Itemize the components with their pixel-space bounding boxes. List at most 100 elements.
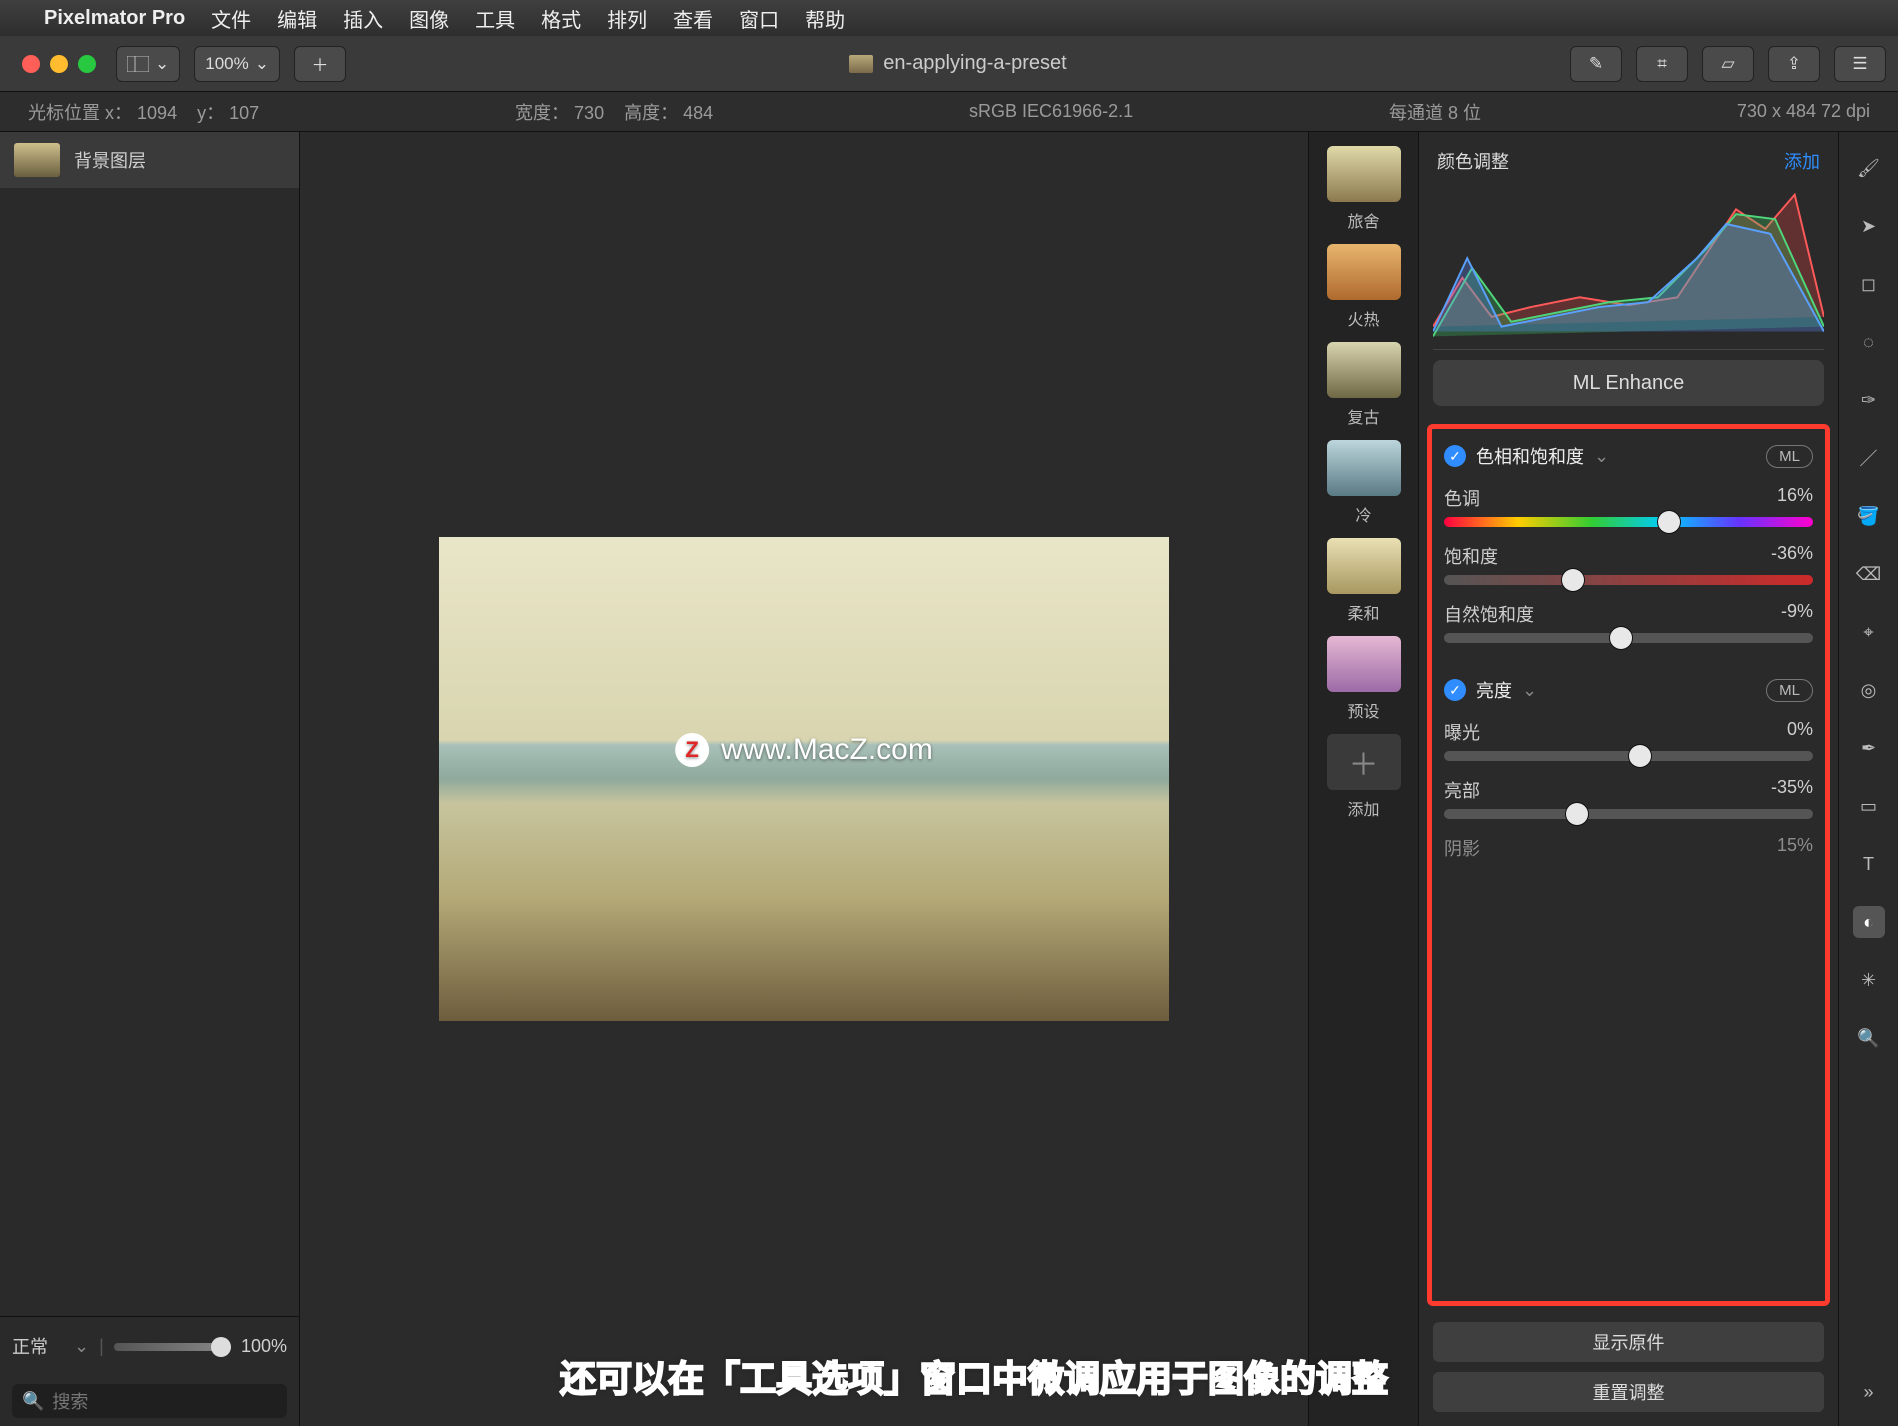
highlights-slider[interactable] xyxy=(1444,809,1813,819)
clone-icon[interactable]: ⌖ xyxy=(1853,616,1885,648)
slider-knob-icon[interactable] xyxy=(1610,627,1632,649)
effects-icon[interactable]: ✳ xyxy=(1853,964,1885,996)
crop-tool-button[interactable]: ⌗ xyxy=(1636,46,1688,82)
slider-knob-icon[interactable] xyxy=(1629,745,1651,767)
slider-knob-icon[interactable] xyxy=(1658,511,1680,533)
slider-knob-icon[interactable] xyxy=(1566,803,1588,825)
ml-enhance-button[interactable]: ML Enhance xyxy=(1433,360,1824,406)
show-original-button[interactable]: 显示原件 xyxy=(1433,1322,1824,1362)
menu-edit[interactable]: 编辑 xyxy=(277,4,317,33)
bit-depth: 每通道 8 位 xyxy=(1361,99,1509,125)
adjust-add-button[interactable]: 添加 xyxy=(1784,148,1820,174)
preset-thumb-icon xyxy=(1327,636,1401,692)
shape-icon[interactable]: ▭ xyxy=(1853,790,1885,822)
eyedropper-icon[interactable]: ✑ xyxy=(1853,384,1885,416)
preset-add[interactable]: ＋添加 xyxy=(1327,734,1401,820)
menu-insert[interactable]: 插入 xyxy=(343,4,383,33)
group-header-hue[interactable]: ✓ 色相和饱和度 ⌄ ML xyxy=(1444,443,1813,469)
repair-icon[interactable]: ◎ xyxy=(1853,674,1885,706)
marquee-icon[interactable]: ◻ xyxy=(1853,268,1885,300)
menu-view[interactable]: 查看 xyxy=(673,4,713,33)
settings-button[interactable]: ☰ xyxy=(1834,46,1886,82)
layer-item[interactable]: 背景图层 xyxy=(0,132,299,188)
menu-arrange[interactable]: 排列 xyxy=(607,4,647,33)
ml-chip[interactable]: ML xyxy=(1766,679,1813,702)
cursor-label: 光标位置 x： xyxy=(28,103,132,123)
lasso-icon[interactable]: ◌ xyxy=(1853,326,1885,358)
slider-knob-icon[interactable] xyxy=(1562,569,1584,591)
highlights-value: -35% xyxy=(1771,777,1813,803)
hue-value: 16% xyxy=(1777,485,1813,511)
preset-item[interactable]: 柔和 xyxy=(1327,538,1401,624)
preset-item[interactable]: 复古 xyxy=(1327,342,1401,428)
close-window-button[interactable] xyxy=(22,55,40,73)
zoom-icon[interactable]: 🔍 xyxy=(1853,1022,1885,1054)
eraser-icon[interactable]: ⌫ xyxy=(1853,558,1885,590)
hue-slider[interactable] xyxy=(1444,517,1813,527)
image-content xyxy=(439,537,1169,1021)
reset-adjust-button[interactable]: 重置调整 xyxy=(1433,1372,1824,1412)
preset-label: 旅舍 xyxy=(1347,208,1379,232)
slider-knob-icon[interactable] xyxy=(211,1337,231,1357)
checkmark-icon[interactable]: ✓ xyxy=(1444,679,1466,701)
preset-thumb-icon xyxy=(1327,146,1401,202)
menu-format[interactable]: 格式 xyxy=(541,4,581,33)
right-panels: 旅舍 火热 复古 冷 柔和 预设 ＋添加 颜色调整 添加 ML Enhance xyxy=(1308,132,1898,1426)
minimize-window-button[interactable] xyxy=(50,55,68,73)
preset-item[interactable]: 旅舍 xyxy=(1327,146,1401,232)
exposure-slider[interactable] xyxy=(1444,751,1813,761)
watermark-badge-icon: Z xyxy=(675,733,709,767)
preset-item[interactable]: 冷 xyxy=(1327,440,1401,526)
share-button[interactable]: ⇪ xyxy=(1768,46,1820,82)
brush-tool-button[interactable]: ✎ xyxy=(1570,46,1622,82)
tool-strip: 🖌 ➤ ◻ ◌ ✑ ／ 🪣 ⌫ ⌖ ◎ ✒ ▭ T ◐ ✳ 🔍 » xyxy=(1838,132,1898,1426)
sidebar-toggle-button[interactable]: ⌄ xyxy=(116,46,180,82)
plus-icon: ＋ xyxy=(311,51,328,76)
menu-file[interactable]: 文件 xyxy=(211,4,251,33)
saturation-value: -36% xyxy=(1771,543,1813,569)
paintbrush-icon[interactable]: 🖌 xyxy=(1853,152,1885,184)
preset-label: 火热 xyxy=(1347,306,1379,330)
status-infobar: 光标位置 x： 1094 y： 107 宽度： 730 高度： 484 sRGB… xyxy=(0,92,1898,132)
add-button[interactable]: ＋ xyxy=(294,46,346,82)
fill-icon[interactable]: 🪣 xyxy=(1853,500,1885,532)
document-thumb-icon xyxy=(849,55,873,73)
blend-mode-select[interactable]: 正常 xyxy=(12,1337,64,1357)
fullscreen-window-button[interactable] xyxy=(78,55,96,73)
color-adjust-icon[interactable]: ◐ xyxy=(1853,906,1885,938)
exposure-value: 0% xyxy=(1787,719,1813,745)
menu-window[interactable]: 窗口 xyxy=(739,4,779,33)
checkmark-icon[interactable]: ✓ xyxy=(1444,445,1466,467)
more-icon[interactable]: » xyxy=(1853,1376,1885,1408)
menu-tools[interactable]: 工具 xyxy=(475,4,515,33)
group-header-brightness[interactable]: ✓ 亮度 ⌄ ML xyxy=(1444,677,1813,703)
search-input[interactable]: 🔍 搜索 xyxy=(12,1384,287,1418)
watermark-text: www.MacZ.com xyxy=(721,733,933,767)
opacity-slider[interactable] xyxy=(114,1343,231,1351)
zoom-dropdown[interactable]: 100% ⌄ xyxy=(194,46,280,82)
menu-image[interactable]: 图像 xyxy=(409,4,449,33)
vibrance-slider[interactable] xyxy=(1444,633,1813,643)
saturation-label: 饱和度 xyxy=(1444,543,1498,569)
preset-item[interactable]: 预设 xyxy=(1327,636,1401,722)
search-placeholder: 搜索 xyxy=(52,1388,88,1414)
brush-icon[interactable]: ／ xyxy=(1853,442,1885,474)
saturation-slider[interactable] xyxy=(1444,575,1813,585)
page-button[interactable]: ▱ xyxy=(1702,46,1754,82)
canvas-image[interactable]: Z www.MacZ.com xyxy=(439,537,1169,1021)
ml-chip[interactable]: ML xyxy=(1766,445,1813,468)
pen-icon[interactable]: ✒ xyxy=(1853,732,1885,764)
tutorial-caption: 还可以在「工具选项」窗口中微调应用于图像的调整 xyxy=(560,1350,1388,1402)
menu-help[interactable]: 帮助 xyxy=(805,4,845,33)
preset-label: 冷 xyxy=(1355,502,1371,526)
pointer-icon[interactable]: ➤ xyxy=(1853,210,1885,242)
group-name: 色相和饱和度 xyxy=(1476,443,1584,469)
page-icon: ▱ xyxy=(1721,54,1734,74)
sliders-icon: ☰ xyxy=(1852,54,1867,74)
width-label: 宽度： xyxy=(515,103,569,123)
preset-thumb-icon xyxy=(1327,244,1401,300)
preset-item[interactable]: 火热 xyxy=(1327,244,1401,330)
text-icon[interactable]: T xyxy=(1853,848,1885,880)
preset-thumb-icon xyxy=(1327,342,1401,398)
app-name[interactable]: Pixelmator Pro xyxy=(44,7,185,30)
